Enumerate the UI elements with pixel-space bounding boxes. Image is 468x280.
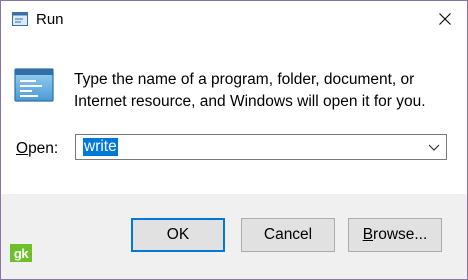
- dialog-content: Type the name of a program, folder, docu…: [1, 37, 467, 194]
- close-icon: [439, 13, 451, 25]
- close-button[interactable]: [425, 3, 465, 35]
- open-label: Open:: [16, 140, 58, 158]
- run-program-icon: [14, 68, 54, 102]
- window-title: Run: [36, 11, 64, 28]
- open-combobox[interactable]: write: [75, 134, 447, 160]
- ok-button[interactable]: OK: [131, 218, 225, 252]
- browse-button[interactable]: Browse...: [348, 218, 442, 252]
- dialog-description: Type the name of a program, folder, docu…: [74, 71, 426, 110]
- cancel-button[interactable]: Cancel: [241, 218, 335, 252]
- title-bar: Run: [1, 1, 467, 37]
- browse-accelerator: B: [362, 226, 374, 243]
- open-label-text: pen:: [28, 140, 59, 157]
- watermark-logo: gk: [10, 244, 32, 262]
- chevron-down-icon[interactable]: [428, 142, 440, 152]
- open-label-accelerator: O: [16, 140, 29, 157]
- run-icon: [12, 12, 28, 26]
- dialog-footer: OK Cancel Browse...: [1, 194, 467, 279]
- open-input-value[interactable]: write: [83, 138, 118, 156]
- browse-label-text: rowse...: [373, 226, 428, 243]
